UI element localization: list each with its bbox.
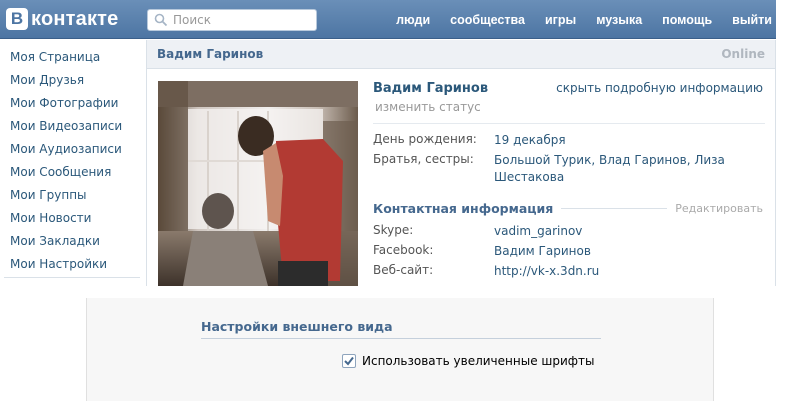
edit-contacts-link[interactable]: Редактировать [675, 202, 763, 215]
sidebar-item-videos[interactable]: Мои Видеозаписи [10, 115, 140, 138]
birthday-value[interactable]: 19 декабря [494, 132, 744, 149]
nav-communities[interactable]: сообщества [450, 13, 525, 27]
profile-info: Вадим Гаринов изменить статус скрыть под… [373, 80, 765, 278]
nav-games[interactable]: игры [545, 13, 576, 27]
website-value[interactable]: http://vk-x.3dn.ru [494, 263, 744, 280]
profile-header-name: Вадим Гаринов [157, 47, 264, 61]
logo-text: контакте [31, 7, 119, 30]
sidebar-item-audio[interactable]: Мои Аудиозаписи [10, 138, 140, 161]
sidebar-divider [4, 277, 140, 278]
siblings-label: Братья, сестры: [373, 152, 474, 166]
sidebar-item-news[interactable]: Мои Новости [10, 207, 140, 230]
vk-logo[interactable]: В контакте [6, 7, 119, 31]
large-fonts-checkbox[interactable] [342, 354, 356, 368]
sidebar: Моя Страница Мои Друзья Мои Фотографии М… [10, 46, 140, 276]
profile-photo-image [158, 81, 358, 286]
search-icon [154, 13, 168, 27]
online-status: Online [721, 47, 765, 61]
nav-help[interactable]: помощь [662, 13, 712, 27]
facebook-label: Facebook: [373, 243, 434, 257]
sidebar-item-groups[interactable]: Мои Группы [10, 184, 140, 207]
info-divider [373, 123, 765, 124]
search-box[interactable] [147, 9, 317, 31]
website-label: Веб-сайт: [373, 263, 434, 277]
profile-panel: Вадим Гаринов Online Вадим Гаринов измен… [146, 40, 776, 286]
profile-header: Вадим Гаринов Online [147, 40, 775, 69]
nav-music[interactable]: музыка [596, 13, 642, 27]
sidebar-item-settings[interactable]: Мои Настройки [10, 253, 140, 276]
top-nav: люди сообщества игры музыка помощь выйти [376, 0, 772, 39]
search-input[interactable] [173, 13, 313, 27]
sidebar-item-my-page[interactable]: Моя Страница [10, 46, 140, 69]
appearance-settings-title: Настройки внешнего вида [201, 319, 601, 339]
sidebar-item-messages[interactable]: Мои Сообщения [10, 161, 140, 184]
nav-people[interactable]: люди [396, 13, 430, 27]
sidebar-item-friends[interactable]: Мои Друзья [10, 69, 140, 92]
skype-value[interactable]: vadim_garinov [494, 223, 744, 240]
contact-info-header: Контактная информация Редактировать [373, 200, 763, 216]
large-fonts-option[interactable]: Использовать увеличенные шрифты [342, 354, 595, 368]
top-bar: В контакте люди сообщества игры музыка п… [0, 0, 776, 39]
appearance-settings-panel: Настройки внешнего вида Использовать уве… [86, 298, 714, 401]
siblings-value[interactable]: Большой Турик, Влад Гаринов, Лиза Шестак… [494, 152, 744, 186]
section-line [561, 207, 668, 209]
sidebar-item-photos[interactable]: Мои Фотографии [10, 92, 140, 115]
skype-label: Skype: [373, 223, 414, 237]
large-fonts-label: Использовать увеличенные шрифты [362, 354, 595, 368]
facebook-value[interactable]: Вадим Гаринов [494, 243, 744, 260]
hide-details-link[interactable]: скрыть подробную информацию [556, 81, 763, 95]
sidebar-item-bookmarks[interactable]: Мои Закладки [10, 230, 140, 253]
birthday-label: День рождения: [373, 132, 477, 146]
contact-info-title: Контактная информация [373, 200, 554, 216]
checkmark-icon [344, 356, 354, 366]
profile-name: Вадим Гаринов [373, 81, 489, 96]
logo-badge: В [6, 8, 28, 30]
profile-photo[interactable] [158, 81, 358, 286]
change-status-link[interactable]: изменить статус [375, 100, 481, 114]
nav-logout[interactable]: выйти [732, 13, 772, 27]
